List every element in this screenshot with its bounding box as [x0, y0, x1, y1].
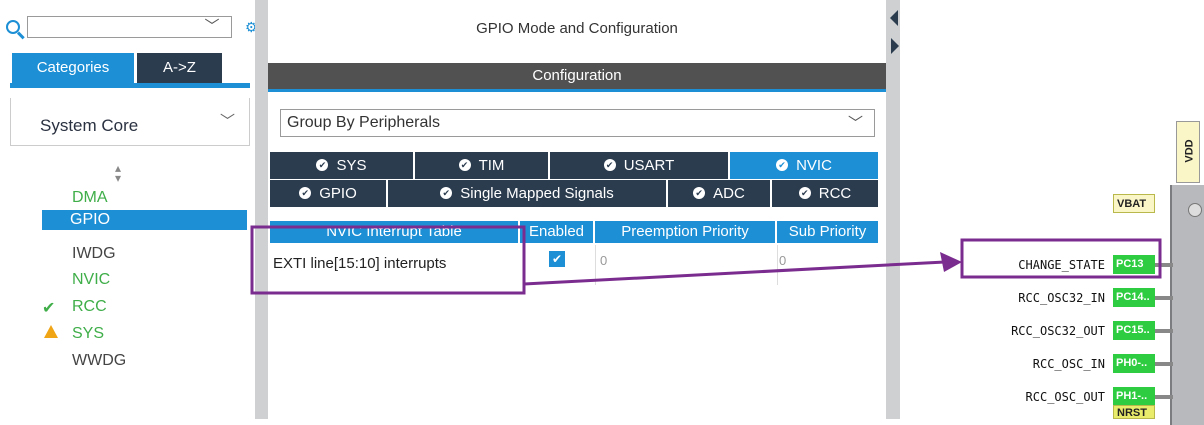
annotation-arrow-line: [523, 260, 946, 286]
annotation-box-interrupt: [250, 225, 526, 295]
annotation-overlay: [250, 225, 1162, 295]
annotation-box-pin: [960, 238, 1162, 279]
annotation-arrow-head: [940, 252, 962, 272]
